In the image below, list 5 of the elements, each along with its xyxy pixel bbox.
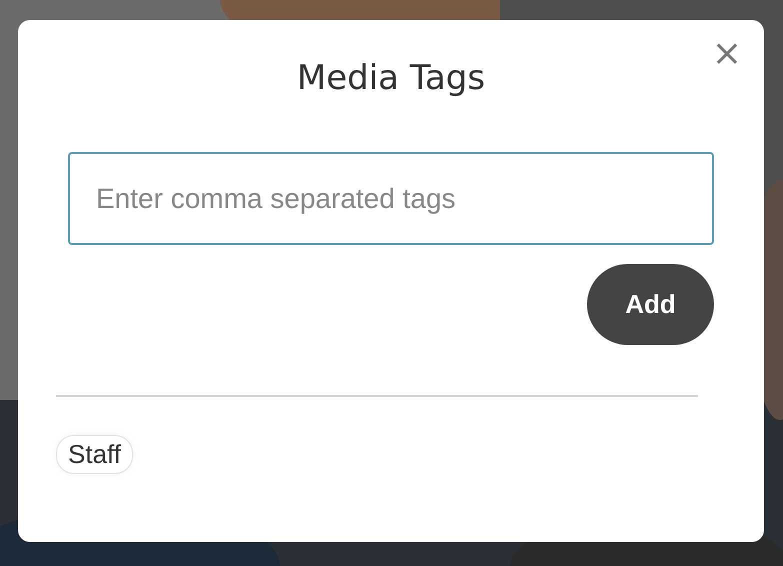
tag-chip: Staff xyxy=(56,435,134,474)
close-button[interactable]: × xyxy=(708,36,746,72)
add-button[interactable]: Add xyxy=(587,264,714,345)
tags-input-field[interactable]: Enter comma separated tags xyxy=(68,152,714,245)
dialog-title: Media Tags xyxy=(296,57,486,100)
